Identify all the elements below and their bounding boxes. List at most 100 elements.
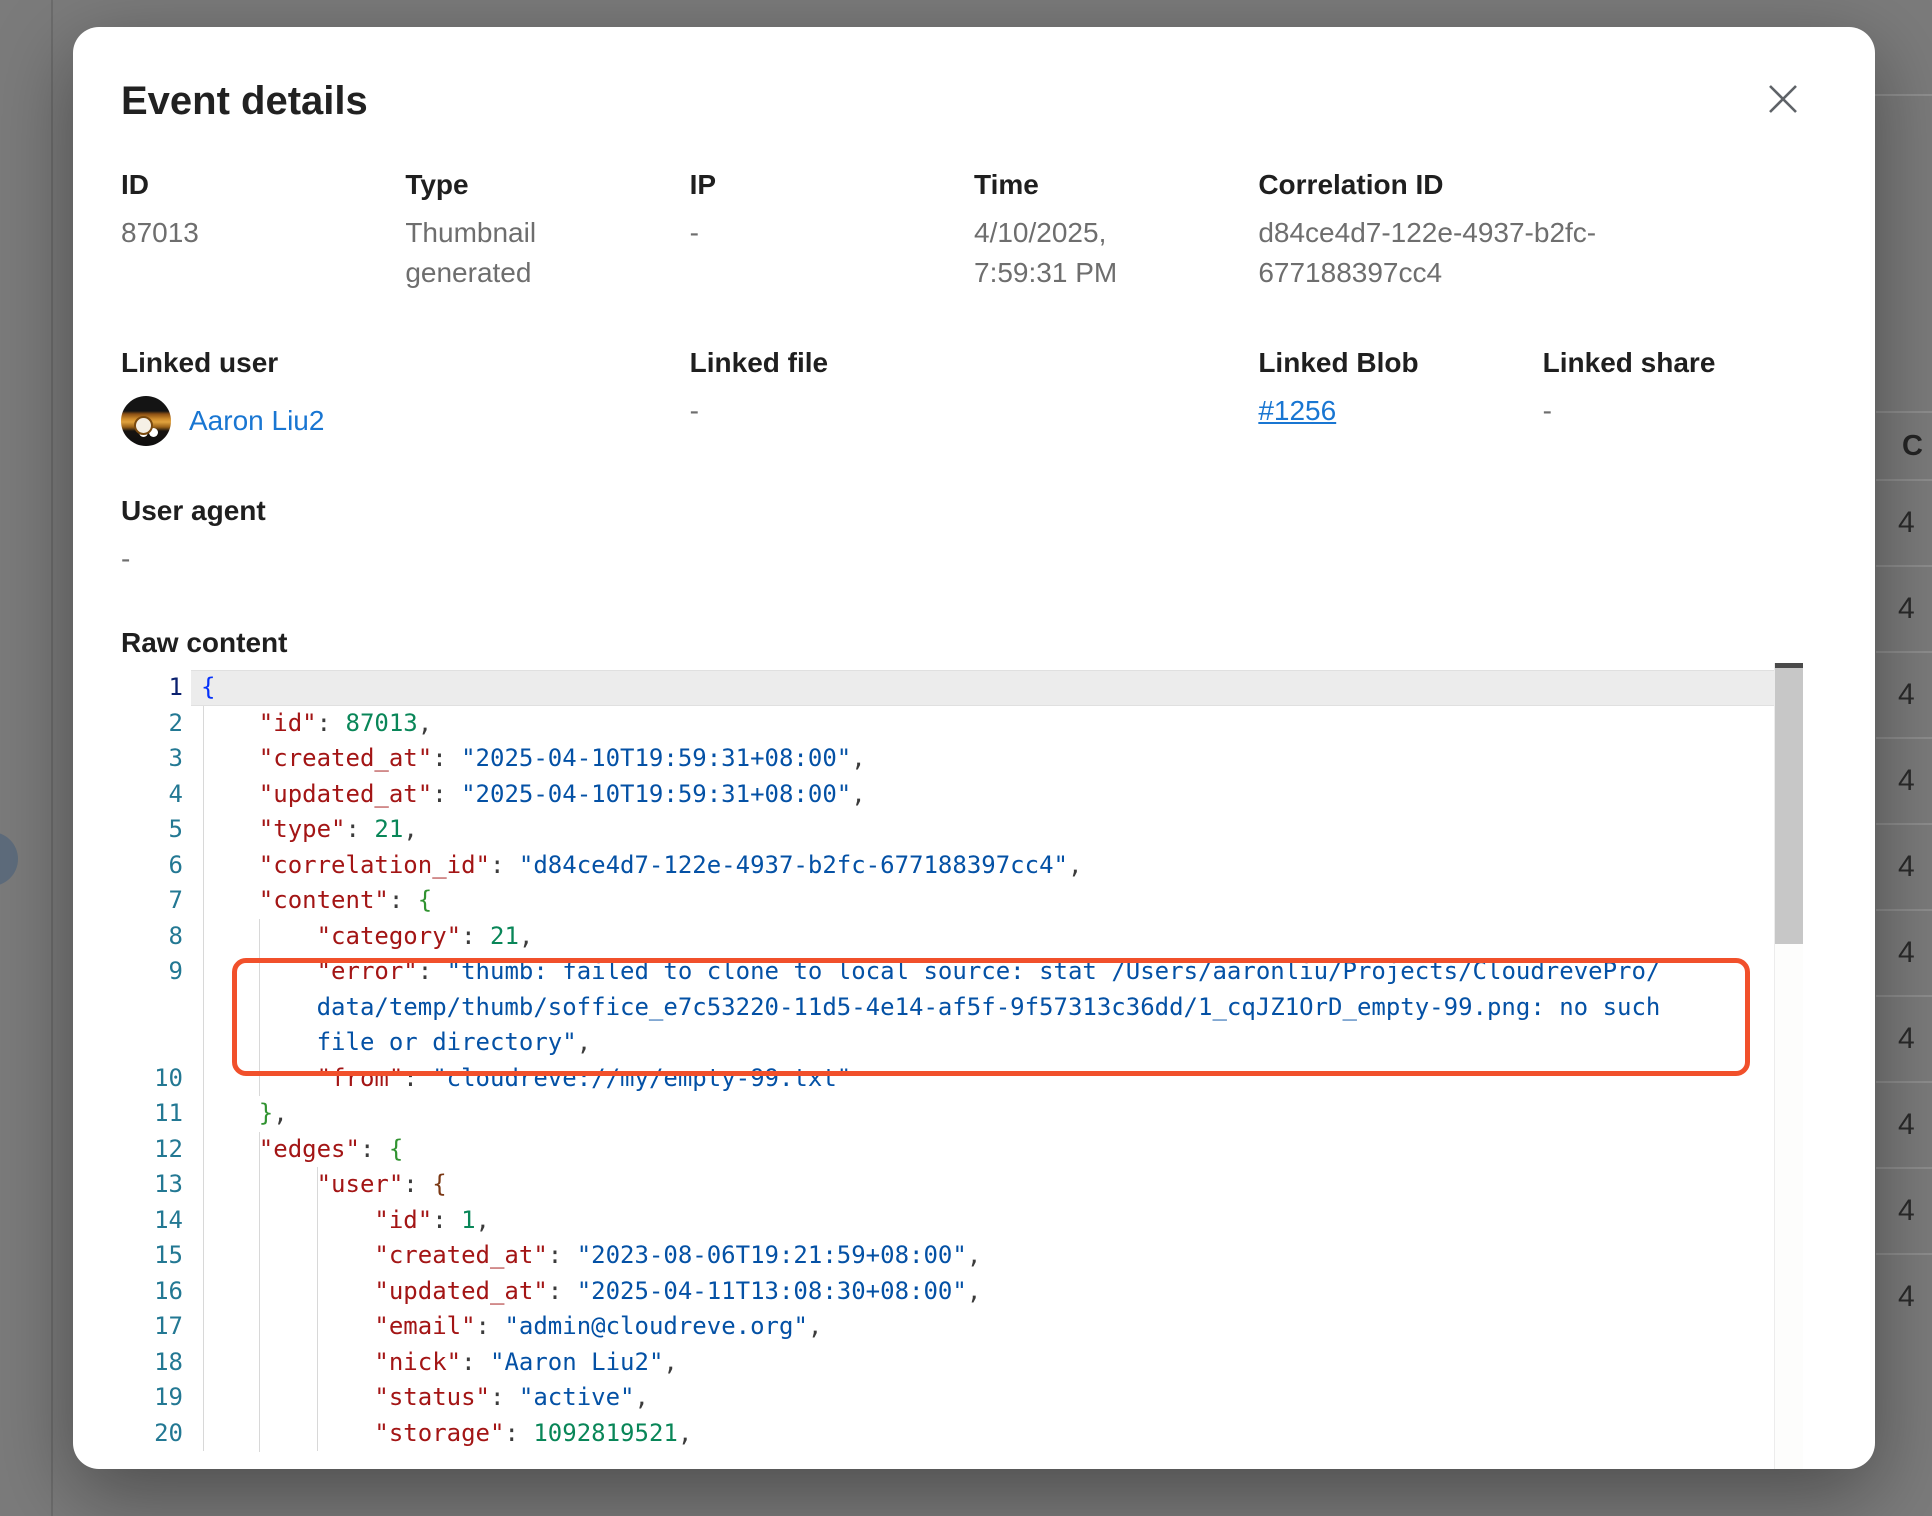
background-table-header: C: [1876, 413, 1932, 479]
field-label: Time: [974, 167, 1258, 203]
code-line: 3 "created_at": "2025-04-10T19:59:31+08:…: [121, 741, 1810, 777]
code-line: 15 "created_at": "2023-08-06T19:21:59+08…: [121, 1238, 1810, 1274]
background-table-cell: 4: [1876, 653, 1932, 737]
background-table-cell: 4: [1876, 825, 1932, 909]
field-value: -: [121, 539, 266, 579]
line-number: [121, 990, 183, 1026]
code-line: data/temp/thumb/soffice_e7c53220-11d5-4e…: [121, 990, 1810, 1026]
background-table-cell: 4: [1876, 567, 1932, 651]
field-correlation-id: Correlation ID d84ce4d7-122e-4937-b2fc-6…: [1258, 167, 1827, 293]
line-number: 8: [121, 919, 183, 955]
scrollbar-thumb[interactable]: [1775, 668, 1803, 944]
background-floating-button: [0, 832, 18, 886]
avatar[interactable]: [121, 396, 171, 446]
field-value: -: [690, 213, 974, 253]
field-value: 87013: [121, 213, 405, 253]
line-number: 9: [121, 954, 183, 990]
field-user-agent: User agent -: [121, 493, 266, 579]
background-table-cell: 4: [1876, 1169, 1932, 1253]
raw-content-label: Raw content: [121, 625, 287, 661]
field-value: Thumbnail generated: [405, 213, 615, 293]
code-line: 18 "nick": "Aaron Liu2",: [121, 1345, 1810, 1381]
linked-user-link[interactable]: Aaron Liu2: [189, 405, 324, 437]
code-line: 7 "content": {: [121, 883, 1810, 919]
field-label: Correlation ID: [1258, 167, 1827, 203]
close-button[interactable]: [1759, 75, 1807, 123]
code-line: file or directory",: [121, 1025, 1810, 1061]
background-table-cell: 4: [1876, 1255, 1932, 1339]
linked-blob-link[interactable]: #1256: [1258, 395, 1336, 426]
line-number: 2: [121, 706, 183, 742]
field-label: Linked Blob: [1258, 345, 1542, 381]
meta-fields: ID 87013 Type Thumbnail generated IP - T…: [121, 167, 1827, 293]
line-number: 16: [121, 1274, 183, 1310]
code-line: 9 "error": "thumb: failed to clone to lo…: [121, 954, 1810, 990]
page-title: Event details: [121, 79, 368, 124]
code-line: 8 "category": 21,: [121, 919, 1810, 955]
field-value: 4/10/2025, 7:59:31 PM: [974, 213, 1184, 293]
line-number: 14: [121, 1203, 183, 1239]
field-value: -: [1543, 391, 1827, 431]
line-number: 15: [121, 1238, 183, 1274]
code-line: 2 "id": 87013,: [121, 706, 1810, 742]
event-details-modal: Event details ID 87013 Type Thumbnail ge…: [73, 27, 1875, 1469]
code-line: 6 "correlation_id": "d84ce4d7-122e-4937-…: [121, 848, 1810, 884]
field-label: Type: [405, 167, 689, 203]
line-number: 1: [121, 670, 183, 706]
code-line: 4 "updated_at": "2025-04-10T19:59:31+08:…: [121, 777, 1810, 813]
field-label: ID: [121, 167, 405, 203]
close-icon: [1759, 82, 1807, 116]
line-number: 13: [121, 1167, 183, 1203]
line-number: 3: [121, 741, 183, 777]
code-line: 17 "email": "admin@cloudreve.org",: [121, 1309, 1810, 1345]
field-linked-blob: Linked Blob #1256: [1258, 345, 1542, 449]
line-number: 18: [121, 1345, 183, 1381]
code-line: 16 "updated_at": "2025-04-11T13:08:30+08…: [121, 1274, 1810, 1310]
field-time: Time 4/10/2025, 7:59:31 PM: [974, 167, 1258, 293]
background-table-cell: 4: [1876, 481, 1932, 565]
code-line: 13 "user": {: [121, 1167, 1810, 1203]
line-number: 12: [121, 1132, 183, 1168]
field-type: Type Thumbnail generated: [405, 167, 689, 293]
code-line: 19 "status": "active",: [121, 1380, 1810, 1416]
field-value: d84ce4d7-122e-4937-b2fc-677188397cc4: [1258, 213, 1728, 293]
line-number: 20: [121, 1416, 183, 1452]
background-table: C 4444444444: [1876, 411, 1932, 1339]
background-table-cell: 4: [1876, 1083, 1932, 1167]
code-line: 1{: [121, 670, 1810, 706]
code-line: 10 "from": "cloudreve://my/empty-99.txt": [121, 1061, 1810, 1097]
line-number: 4: [121, 777, 183, 813]
line-number: 5: [121, 812, 183, 848]
field-label: Linked share: [1543, 345, 1827, 381]
editor-scrollbar[interactable]: [1774, 663, 1803, 1469]
background-table-cell: 4: [1876, 911, 1932, 995]
background-table-cell: 4: [1876, 739, 1932, 823]
line-number: 19: [121, 1380, 183, 1416]
field-linked-user: Linked user Aaron Liu2: [121, 345, 690, 449]
line-number: [121, 1025, 183, 1061]
code-line: 12 "edges": {: [121, 1132, 1810, 1168]
field-linked-share: Linked share -: [1543, 345, 1827, 449]
field-label: User agent: [121, 493, 266, 529]
field-linked-file: Linked file -: [690, 345, 1259, 449]
line-number: 6: [121, 848, 183, 884]
field-label: IP: [690, 167, 974, 203]
field-label: Linked user: [121, 345, 690, 381]
field-value: -: [690, 391, 1259, 431]
field-label: Linked file: [690, 345, 1259, 381]
linked-entities: Linked user Aaron Liu2 Linked file - Lin…: [121, 345, 1827, 449]
raw-content-editor[interactable]: 1{2 "id": 87013,3 "created_at": "2025-04…: [121, 670, 1810, 1469]
field-ip: IP -: [690, 167, 974, 293]
code-line: 14 "id": 1,: [121, 1203, 1810, 1239]
screen: C 4444444444 Event details ID 87013 Type…: [0, 0, 1932, 1516]
line-number: 7: [121, 883, 183, 919]
code-lines: 1{2 "id": 87013,3 "created_at": "2025-04…: [121, 670, 1810, 1451]
background-panel-divider: [51, 0, 53, 1516]
code-line: 20 "storage": 1092819521,: [121, 1416, 1810, 1452]
line-number: 11: [121, 1096, 183, 1132]
line-number: 17: [121, 1309, 183, 1345]
code-line: 11 },: [121, 1096, 1810, 1132]
field-id: ID 87013: [121, 167, 405, 293]
code-line: 5 "type": 21,: [121, 812, 1810, 848]
background-table-cell: 4: [1876, 997, 1932, 1081]
